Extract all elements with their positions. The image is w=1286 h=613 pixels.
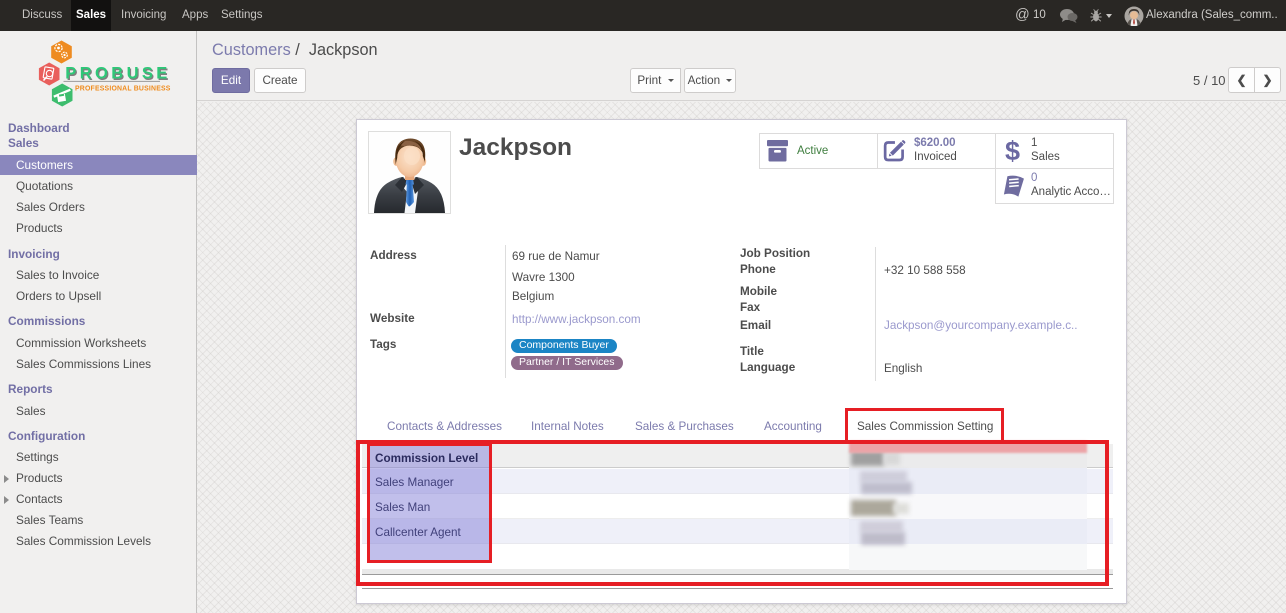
svg-text:PROFESSIONAL BUSINESS: PROFESSIONAL BUSINESS [75,86,171,93]
svg-text:PROBUSE: PROBUSE [65,65,170,83]
